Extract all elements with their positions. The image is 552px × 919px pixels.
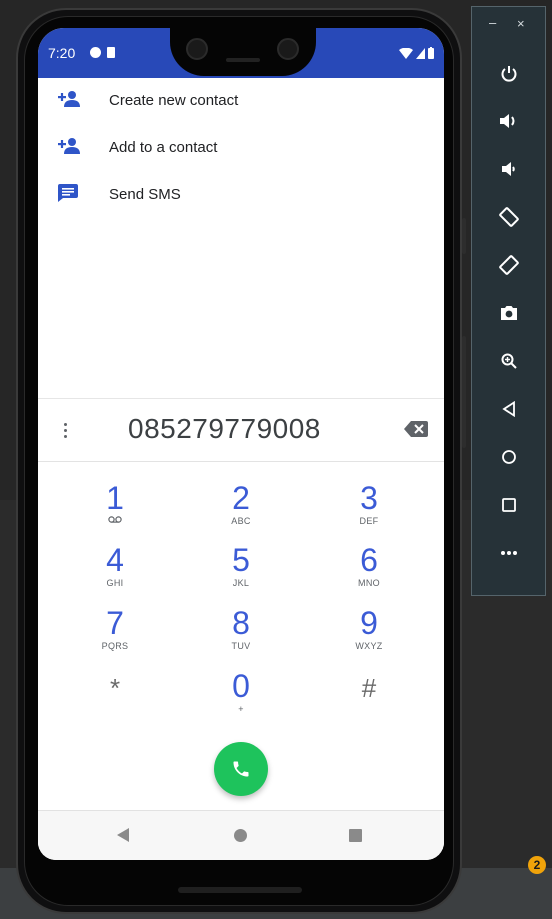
minimize-button[interactable]: – (489, 15, 496, 30)
home-icon[interactable] (234, 829, 247, 842)
front-camera-icon (277, 38, 299, 60)
key-letters: JKL (232, 578, 250, 588)
back-icon[interactable] (117, 828, 129, 842)
menu-item-add-to-contact[interactable]: Add to a contact (38, 125, 444, 171)
volume-button (462, 218, 466, 254)
key-digit: 2 (232, 480, 250, 516)
key-digit: 3 (360, 480, 378, 516)
key-digit: 4 (106, 542, 124, 578)
dial-key-hash[interactable]: # (324, 671, 414, 727)
number-bar: 085279779008 (38, 399, 444, 462)
dial-key-8[interactable]: 8 TUV (196, 606, 286, 662)
signal-icon (416, 48, 425, 59)
key-letters: MNO (358, 578, 380, 588)
camera-icon[interactable] (495, 299, 523, 327)
key-letters: GHI (106, 578, 124, 588)
zoom-in-icon[interactable] (495, 347, 523, 375)
key-digit: 5 (232, 542, 250, 578)
dial-key-7[interactable]: 7 PQRS (70, 606, 160, 662)
recents-icon[interactable] (349, 829, 362, 842)
key-digit: 7 (106, 605, 124, 641)
key-letters: ABC (231, 516, 251, 526)
power-side-button (462, 336, 466, 448)
status-right-icons (399, 47, 434, 59)
menu-item-label: Send SMS (109, 186, 181, 203)
key-digit: 6 (360, 542, 378, 578)
key-digit: 0 (232, 668, 250, 704)
volume-down-icon[interactable] (495, 155, 523, 183)
close-button[interactable]: × (517, 16, 525, 31)
data-saver-icon (90, 47, 101, 58)
dial-key-1[interactable]: 1 (70, 481, 160, 537)
menu-item-create-contact[interactable]: Create new contact (38, 78, 444, 124)
key-letters: DEF (359, 516, 379, 526)
menu-item-label: Add to a contact (109, 139, 218, 156)
dial-key-6[interactable]: 6 MNO (324, 543, 414, 599)
dial-key-0[interactable]: 0 + (196, 669, 286, 725)
navigation-bar (38, 810, 444, 860)
menu-item-send-sms[interactable]: Send SMS (38, 172, 444, 218)
key-letters: WXYZ (355, 641, 383, 651)
overview-icon[interactable] (495, 491, 523, 519)
key-digit: 1 (106, 480, 124, 516)
back-icon[interactable] (495, 395, 523, 423)
backspace-icon[interactable] (404, 421, 428, 437)
person-add-icon (58, 91, 80, 107)
home-icon[interactable] (495, 443, 523, 471)
key-digit: 9 (360, 605, 378, 641)
wifi-icon (399, 48, 413, 59)
message-icon (58, 184, 78, 202)
key-letters: PQRS (101, 641, 129, 651)
bottom-speaker (178, 887, 302, 893)
more-icon[interactable] (495, 539, 523, 567)
key-letters: + (238, 704, 244, 714)
phone-screen: 7:20 Create new contact Add to a contact (38, 28, 444, 860)
dial-key-2[interactable]: 2 ABC (196, 481, 286, 537)
more-options-icon[interactable] (64, 423, 68, 441)
dial-key-4[interactable]: 4 GHI (70, 543, 160, 599)
notification-badge[interactable]: 2 (528, 856, 546, 874)
dial-key-9[interactable]: 9 WXYZ (324, 606, 414, 662)
volume-up-icon[interactable] (495, 107, 523, 135)
status-time: 7:20 (48, 45, 76, 61)
key-letters: TUV (231, 641, 251, 651)
emulator-toolbar: – × (471, 6, 546, 596)
rotate-right-icon[interactable] (495, 251, 523, 279)
power-icon[interactable] (495, 60, 523, 88)
key-digit: * (109, 673, 121, 703)
rotate-left-icon[interactable] (495, 203, 523, 231)
key-digit: # (361, 673, 377, 703)
battery-icon (428, 47, 434, 59)
dial-key-5[interactable]: 5 JKL (196, 543, 286, 599)
front-camera-icon (186, 38, 208, 60)
dialed-number[interactable]: 085279779008 (128, 413, 321, 445)
call-button[interactable] (214, 742, 268, 796)
sd-card-icon (107, 47, 115, 58)
person-add-icon (58, 138, 80, 154)
camera-notch (170, 28, 316, 76)
menu-item-label: Create new contact (109, 92, 239, 109)
dial-key-star[interactable]: * (70, 671, 160, 727)
earpiece (226, 58, 260, 62)
dial-key-3[interactable]: 3 DEF (324, 481, 414, 537)
voicemail-icon (108, 516, 122, 523)
key-digit: 8 (232, 605, 250, 641)
phone-icon (233, 761, 249, 777)
